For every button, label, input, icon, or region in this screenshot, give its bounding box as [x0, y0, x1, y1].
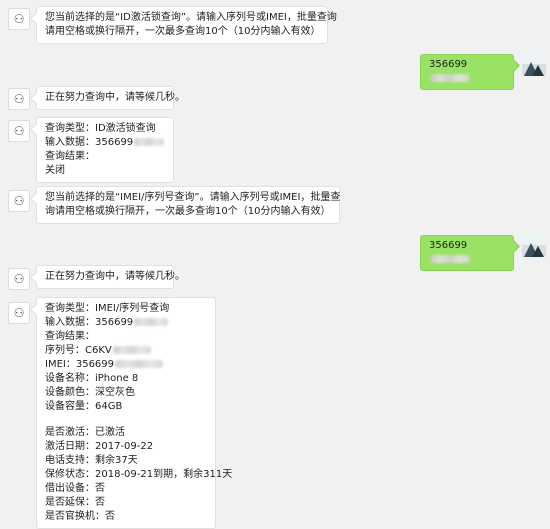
- message-text: 设备容量：64GB: [45, 401, 123, 412]
- message-text: 是否延保：否: [45, 497, 105, 508]
- message-text: 是否官换机：否: [45, 511, 115, 522]
- message-text: 保修状态：2018-09-21到期，剩余311天: [45, 469, 233, 480]
- robot-avatar-icon[interactable]: ⚇: [8, 88, 30, 110]
- robot-avatar-icon[interactable]: ⚇: [8, 120, 30, 142]
- message-text: 询请用空格或换行隔开，一次最多查询10个（10分内输入有效）: [45, 206, 331, 217]
- incoming-message-bubble: 您当前选择的是“IMEI/序列号查询”。请输入序列号或IMEI，批量查 询请用空…: [36, 186, 340, 224]
- message-text: 设备名称：iPhone 8: [45, 373, 139, 384]
- landscape-avatar-icon[interactable]: [522, 52, 546, 76]
- incoming-message-bubble: 查询类型：IMEI/序列号查询 输入数据：356699 查询结果： 序列号：C6…: [36, 297, 233, 529]
- message-text: 查询结果：: [45, 151, 95, 162]
- message-text: 您当前选择的是“ID激活锁查询”。请输入序列号或IMEI，批量查询: [45, 12, 337, 23]
- message-text: 设备颜色：深空灰色: [45, 387, 135, 398]
- message-text: 激活日期：2017-09-22: [45, 441, 154, 452]
- message-text: 查询类型：IMEI/序列号查询: [45, 303, 170, 314]
- message-text: 您当前选择的是“IMEI/序列号查询”。请输入序列号或IMEI，批量查: [45, 192, 341, 203]
- landscape-avatar-icon[interactable]: [522, 233, 546, 257]
- message-text: IMEI：356699: [45, 359, 115, 370]
- message-text: 正在努力查询中，请等候几秒。: [45, 271, 185, 282]
- robot-avatar-icon[interactable]: ⚇: [8, 190, 30, 212]
- message-text: 正在努力查询中，请等候几秒。: [45, 92, 185, 103]
- incoming-message-bubble: 正在努力查询中，请等候几秒。: [36, 86, 185, 110]
- incoming-message-bubble: 查询类型：ID激活锁查询 输入数据：356699 查询结果： 关闭: [36, 117, 174, 183]
- outgoing-message-bubble: 356699: [420, 54, 514, 90]
- redacted-text: [115, 360, 164, 368]
- message-text: 356699: [429, 240, 468, 251]
- message-text: 序列号：C6KV: [45, 345, 112, 356]
- message-text: 电话支持：剩余37天: [45, 455, 138, 466]
- message-text: 查询类型：ID激活锁查询: [45, 123, 156, 134]
- redacted-text: [134, 318, 169, 326]
- redacted-text: [134, 138, 165, 146]
- message-text: 356699: [429, 59, 468, 70]
- redacted-text: [430, 255, 470, 263]
- redacted-text: [112, 346, 151, 354]
- message-text: 查询结果：: [45, 331, 95, 342]
- message-text: 输入数据：356699: [45, 317, 134, 328]
- incoming-message-bubble: 正在努力查询中，请等候几秒。: [36, 265, 185, 289]
- robot-avatar-icon[interactable]: ⚇: [8, 302, 30, 324]
- redacted-text: [430, 74, 470, 82]
- message-text: 关闭: [45, 165, 65, 176]
- outgoing-message-bubble: 356699: [420, 235, 514, 271]
- message-text: 借出设备：否: [45, 483, 105, 494]
- message-text: 输入数据：356699: [45, 137, 134, 148]
- incoming-message-bubble: 您当前选择的是“ID激活锁查询”。请输入序列号或IMEI，批量查询 请用空格或换…: [36, 6, 337, 44]
- message-text: 是否激活：已激活: [45, 427, 125, 438]
- message-text: 请用空格或换行隔开，一次最多查询10个（10分内输入有效）: [45, 26, 321, 37]
- robot-avatar-icon[interactable]: ⚇: [8, 8, 30, 30]
- robot-avatar-icon[interactable]: ⚇: [8, 268, 30, 290]
